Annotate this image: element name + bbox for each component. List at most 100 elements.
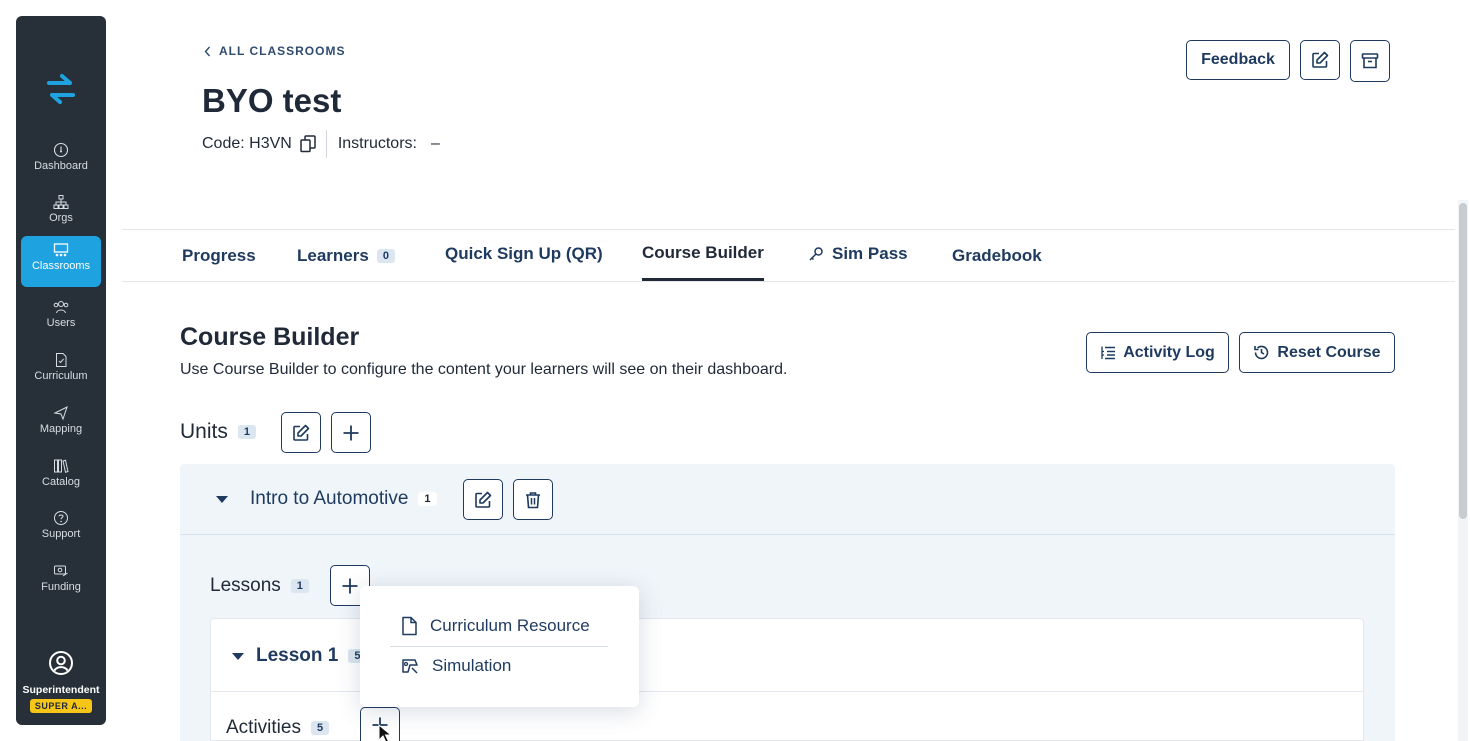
units-label: Units (180, 420, 228, 443)
document-icon (56, 353, 67, 367)
logo-icon[interactable] (16, 72, 106, 111)
sidebar-item-classrooms[interactable]: Classrooms (21, 236, 101, 287)
file-icon (402, 616, 417, 636)
tab-label: Gradebook (952, 246, 1042, 265)
edit-units-button[interactable] (281, 412, 321, 453)
plus-icon (342, 578, 358, 593)
units-count-badge: 1 (237, 425, 256, 439)
add-activity-menu: Curriculum Resource Simulation (360, 586, 639, 707)
units-heading: Units 1 (180, 420, 256, 444)
sidebar-item-support[interactable]: Support (21, 504, 101, 554)
archive-icon (1361, 53, 1379, 69)
books-icon (54, 459, 69, 473)
sidebar-item-catalog[interactable]: Catalog (21, 452, 101, 502)
tab-label: Sim Pass (832, 244, 908, 263)
activity-log-label: Activity Log (1123, 343, 1215, 361)
feedback-button[interactable]: Feedback (1186, 40, 1290, 80)
unit-lessons-count: 1 (418, 492, 437, 506)
classroom-meta: Code: H3VN Instructors: – (202, 130, 440, 158)
sidebar-item-label: Catalog (42, 476, 80, 488)
lesson-name: Lesson 1 (256, 645, 339, 666)
plus-icon (343, 425, 359, 440)
page-title: BYO test (202, 82, 342, 119)
map-pin-icon (53, 406, 68, 421)
activities-count-badge: 5 (310, 721, 330, 735)
mouse-cursor-icon (378, 724, 393, 741)
sidebar-item-label: Dashboard (34, 160, 88, 172)
tab-learners[interactable]: Learners 0 (297, 230, 395, 282)
tab-label: Course Builder (642, 243, 764, 262)
tab-progress[interactable]: Progress (182, 230, 256, 282)
unit-name: Intro to Automotive (250, 488, 409, 509)
meta-divider (325, 130, 327, 158)
sidebar-item-curriculum[interactable]: Curriculum (21, 346, 101, 396)
reset-course-label: Reset Course (1277, 343, 1381, 361)
unit-toggle[interactable]: Intro to Automotive 1 (216, 488, 437, 510)
sidebar: Dashboard Orgs Classrooms Users Curricul… (16, 16, 106, 725)
edit-icon (293, 424, 310, 441)
sidebar-item-users[interactable]: Users (21, 293, 101, 343)
simulation-icon (402, 659, 418, 674)
tab-quick-sign-up[interactable]: Quick Sign Up (QR) (445, 228, 603, 280)
sidebar-item-orgs[interactable]: Orgs (21, 188, 101, 238)
section-description: Use Course Builder to configure the cont… (180, 361, 788, 378)
history-icon (1254, 345, 1269, 360)
help-icon (54, 511, 68, 525)
reset-course-button[interactable]: Reset Course (1239, 332, 1395, 373)
tab-label: Learners (297, 246, 369, 265)
class-code: Code: H3VN (202, 135, 292, 152)
edit-unit-button[interactable] (463, 479, 503, 520)
lesson-toggle[interactable]: Lesson 1 5 (232, 645, 367, 667)
role-badge: SUPER A... (29, 699, 93, 713)
dashboard-icon (53, 142, 69, 158)
delete-unit-button[interactable] (513, 479, 553, 520)
sidebar-item-label: Orgs (49, 212, 73, 224)
sidebar-item-funding[interactable]: Funding (21, 557, 101, 607)
sidebar-item-label: Mapping (39, 423, 83, 435)
menu-item-label: Curriculum Resource (430, 616, 590, 635)
activities-label: Activities (226, 717, 301, 738)
list-icon (1101, 346, 1116, 359)
tab-sim-pass[interactable]: Sim Pass (808, 228, 908, 280)
tab-label: Progress (182, 246, 256, 265)
org-chart-icon (53, 195, 69, 209)
user-profile[interactable]: Superintendent SUPER A... (16, 650, 106, 714)
instructors-label: Instructors: (337, 135, 417, 152)
sidebar-item-label: Classrooms (31, 260, 91, 272)
menu-item-curriculum-resource[interactable]: Curriculum Resource (400, 616, 590, 636)
activities-heading: Activities 5 (226, 717, 330, 739)
app-root: Dashboard Orgs Classrooms Users Curricul… (0, 0, 1470, 741)
scrollbar-thumb[interactable] (1459, 203, 1467, 519)
edit-classroom-button[interactable] (1300, 40, 1340, 80)
back-to-classrooms-link[interactable]: ALL CLASSROOMS (204, 44, 345, 58)
caret-down-icon (232, 652, 244, 660)
chevron-left-icon (204, 46, 211, 56)
add-unit-button[interactable] (331, 412, 371, 453)
edit-icon (1312, 51, 1329, 68)
sidebar-item-dashboard[interactable]: Dashboard (21, 136, 101, 186)
key-icon (809, 247, 823, 261)
archive-classroom-button[interactable] (1350, 40, 1390, 82)
sidebar-item-label: Curriculum (34, 370, 88, 382)
sidebar-item-label: Support (41, 528, 81, 540)
sidebar-item-label: Users (46, 317, 76, 329)
activity-log-button[interactable]: Activity Log (1086, 332, 1229, 373)
tab-course-builder[interactable]: Course Builder (642, 228, 764, 281)
back-link-label: ALL CLASSROOMS (219, 44, 346, 58)
menu-item-simulation[interactable]: Simulation (400, 656, 511, 676)
menu-item-label: Simulation (432, 656, 512, 675)
unit-header: Intro to Automotive 1 (180, 464, 1395, 535)
lessons-count-badge: 1 (290, 579, 309, 593)
tab-gradebook[interactable]: Gradebook (952, 230, 1042, 282)
learners-count-badge: 0 (376, 249, 395, 263)
sidebar-item-label: Funding (41, 581, 81, 593)
section-title: Course Builder (180, 323, 360, 351)
sidebar-item-mapping[interactable]: Mapping (21, 399, 101, 449)
instructors-value: – (430, 135, 440, 152)
user-role: Superintendent (22, 684, 100, 696)
copy-icon[interactable] (300, 135, 316, 153)
tab-label: Quick Sign Up (QR) (445, 244, 603, 263)
lessons-label: Lessons (210, 575, 281, 596)
edit-icon (475, 491, 492, 508)
classroom-icon (53, 243, 69, 257)
